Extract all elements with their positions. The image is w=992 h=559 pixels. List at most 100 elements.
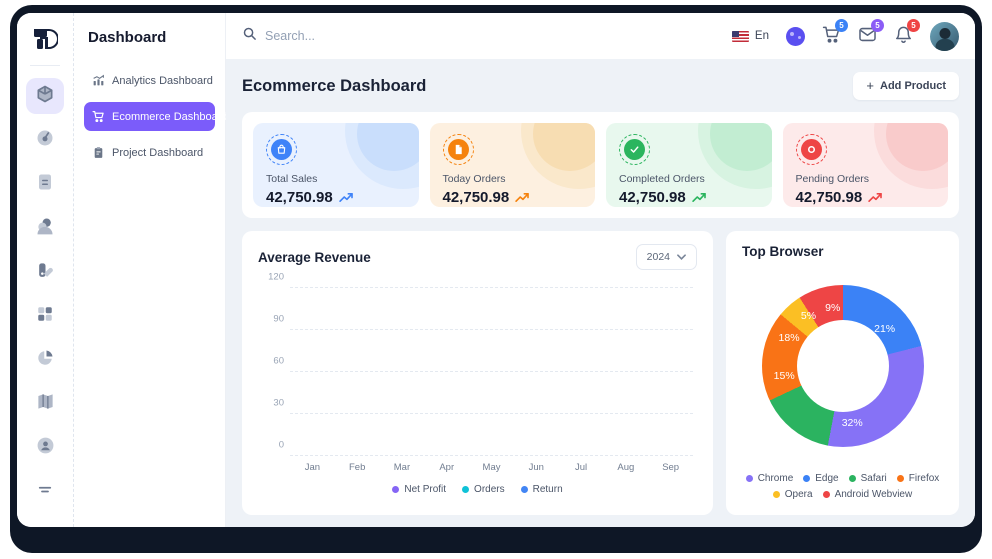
theme-toggle-button[interactable] — [786, 27, 805, 46]
top-browser-panel: Top Browser 21%32%15%18%5%9% ChromeEdgeS… — [726, 231, 959, 515]
x-tick-label: Apr — [424, 462, 469, 473]
sidebar-item-ecommerce-dashboard[interactable]: Ecommerce Dashboard — [84, 102, 215, 131]
x-tick-label: May — [469, 462, 514, 473]
widgets-icon — [36, 305, 54, 326]
legend-item-opera[interactable]: Opera — [773, 489, 813, 500]
legend-item-safari[interactable]: Safari — [849, 473, 887, 484]
legend-item-chrome[interactable]: Chrome — [746, 473, 794, 484]
legend-dot — [773, 491, 780, 498]
device-frame: Dashboard Analytics Dashboard Ecommerce … — [10, 5, 982, 553]
rail-item-documents[interactable] — [26, 166, 64, 202]
chevron-down-icon — [677, 251, 686, 263]
legend-item-edge[interactable]: Edge — [803, 473, 838, 484]
rail-item-charts[interactable] — [26, 341, 64, 377]
theme-icon — [786, 27, 805, 46]
user-avatar[interactable] — [930, 22, 959, 51]
analytics-chart-icon — [92, 74, 105, 87]
messages-badge: 5 — [871, 19, 884, 32]
language-switcher[interactable]: En — [732, 30, 769, 42]
legend-dot — [462, 486, 469, 493]
sidebar-item-analytics-dashboard[interactable]: Analytics Dashboard — [84, 66, 215, 95]
top-navbar: Search... En 5 5 — [226, 13, 975, 59]
main-area: Search... En 5 5 — [226, 13, 975, 527]
x-tick-label: Feb — [335, 462, 380, 473]
sidebar: Dashboard Analytics Dashboard Ecommerce … — [74, 13, 226, 527]
divider — [30, 65, 60, 66]
app-window: Dashboard Analytics Dashboard Ecommerce … — [17, 13, 975, 527]
notifications-button[interactable]: 5 — [894, 25, 913, 47]
pie-chart-icon — [36, 349, 54, 370]
sidebar-title: Dashboard — [84, 29, 215, 46]
charts-row: Average Revenue 2024 0306090120 JanFebMa… — [242, 231, 959, 515]
browser-legend: Chrome Edge Safari Firefox Opera Android Webv… — [742, 473, 943, 502]
browser-donut-chart[interactable]: 21%32%15%18%5%9% — [762, 285, 924, 447]
bars-container — [290, 288, 693, 456]
search-input[interactable]: Search... — [242, 26, 315, 46]
legend-item-net-profit[interactable]: Net Profit — [392, 484, 446, 495]
rail-item-maps[interactable] — [26, 385, 64, 421]
y-tick-label: 60 — [258, 356, 284, 367]
us-flag-icon — [732, 31, 749, 42]
cart-button[interactable]: 5 — [822, 25, 841, 47]
stat-label: Pending Orders — [796, 173, 936, 185]
rail-item-users[interactable] — [26, 210, 64, 246]
legend-item-android-webview[interactable]: Android Webview — [823, 489, 913, 500]
search-icon — [242, 26, 257, 46]
rail-item-widgets[interactable] — [26, 298, 64, 334]
content-header: Ecommerce Dashboard + Add Product — [242, 71, 959, 101]
stat-label: Today Orders — [443, 173, 583, 185]
legend-item-orders[interactable]: Orders — [462, 484, 505, 495]
average-revenue-panel: Average Revenue 2024 0306090120 JanFebMa… — [242, 231, 713, 515]
y-tick-label: 90 — [258, 314, 284, 325]
app-logo[interactable] — [27, 23, 63, 57]
trend-up-icon — [692, 192, 707, 203]
year-selector[interactable]: 2024 — [636, 244, 697, 270]
x-tick-label: Aug — [603, 462, 648, 473]
stats-panel: Total Sales 42,750.98 Today Orders 42,75… — [242, 112, 959, 218]
add-product-button[interactable]: + Add Product — [853, 72, 959, 100]
legend-dot — [803, 475, 810, 482]
plus-icon: + — [866, 81, 874, 91]
trend-up-icon — [515, 192, 530, 203]
menu-lines-icon — [36, 481, 54, 502]
x-tick-label: Sep — [648, 462, 693, 473]
stat-card-total-sales[interactable]: Total Sales 42,750.98 — [253, 123, 419, 207]
rail-item-components[interactable] — [26, 254, 64, 290]
gauge-icon — [35, 128, 55, 151]
profile-icon — [36, 436, 55, 458]
notifications-badge: 5 — [907, 19, 920, 32]
legend-dot — [897, 475, 904, 482]
legend-dot — [521, 486, 528, 493]
palette-icon — [36, 261, 55, 283]
revenue-title: Average Revenue — [258, 250, 371, 265]
legend-dot — [392, 486, 399, 493]
content-area: Ecommerce Dashboard + Add Product Total … — [226, 59, 975, 527]
legend-item-firefox[interactable]: Firefox — [897, 473, 940, 484]
rail-item-profile[interactable] — [26, 429, 64, 465]
year-value: 2024 — [647, 251, 670, 263]
sidebar-collapse-button[interactable] — [26, 473, 64, 509]
icon-rail — [17, 13, 74, 527]
rail-item-gauge[interactable] — [26, 122, 64, 158]
legend-item-return[interactable]: Return — [521, 484, 563, 495]
stat-card-pending-orders[interactable]: Pending Orders 42,750.98 — [783, 123, 949, 207]
map-icon — [36, 392, 55, 414]
messages-button[interactable]: 5 — [858, 25, 877, 47]
legend-dot — [849, 475, 856, 482]
revenue-bar-chart: 0306090120 — [290, 288, 693, 456]
x-tick-label: Jul — [559, 462, 604, 473]
slice-label-edge: 21% — [874, 323, 895, 335]
slice-label-android-webview: 9% — [825, 302, 840, 314]
menu-item-label: Analytics Dashboard — [112, 75, 213, 87]
sidebar-item-project-dashboard[interactable]: Project Dashboard — [84, 138, 215, 167]
stat-card-completed-orders[interactable]: Completed Orders 42,750.98 — [606, 123, 772, 207]
rail-item-dashboards[interactable] — [26, 78, 64, 114]
cart-icon — [92, 110, 105, 123]
add-product-label: Add Product — [880, 80, 946, 92]
slice-label-chrome: 32% — [842, 417, 863, 429]
sidebar-menu: Analytics Dashboard Ecommerce Dashboard … — [84, 66, 215, 167]
check-circle-icon — [619, 134, 650, 165]
x-tick-label: Jan — [290, 462, 335, 473]
revenue-x-axis: JanFebMarAprMayJunJulAugSep — [290, 462, 693, 473]
stat-card-today-orders[interactable]: Today Orders 42,750.98 — [430, 123, 596, 207]
